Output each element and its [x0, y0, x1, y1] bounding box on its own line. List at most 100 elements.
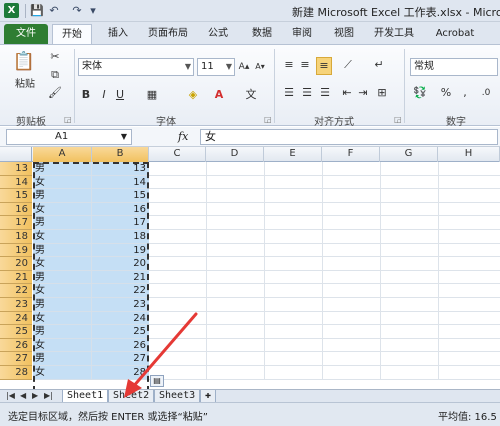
- number-format-select[interactable]: 常规: [410, 58, 498, 76]
- cell-gender[interactable]: 男: [33, 298, 92, 312]
- cell-gender[interactable]: 女: [33, 284, 92, 298]
- save-icon[interactable]: 💾: [30, 3, 44, 18]
- orientation-icon[interactable]: ⟋: [340, 57, 356, 73]
- cell-number[interactable]: 20: [92, 257, 149, 271]
- phonetic-icon[interactable]: 文: [244, 87, 258, 103]
- tab-insert[interactable]: 插入: [100, 24, 136, 44]
- align-bottom-icon[interactable]: ≡: [316, 57, 332, 75]
- column-header-h[interactable]: H: [438, 147, 500, 162]
- customize-dropdown-icon[interactable]: ▾: [86, 3, 100, 18]
- paste-options-icon[interactable]: ▤: [150, 375, 164, 387]
- row-header[interactable]: 19: [0, 243, 32, 258]
- name-box[interactable]: A1 ▼: [6, 129, 132, 145]
- cell-gender[interactable]: 男: [33, 162, 92, 176]
- paste-button-label[interactable]: 粘贴: [10, 77, 40, 93]
- align-left-icon[interactable]: ☰: [282, 85, 296, 101]
- row-header[interactable]: 27: [0, 352, 32, 366]
- alignment-launcher-icon[interactable]: ◲: [394, 115, 402, 124]
- clipboard-launcher-icon[interactable]: ◲: [64, 115, 72, 124]
- cell-number[interactable]: 22: [92, 284, 149, 298]
- cell-gender[interactable]: 男: [33, 270, 92, 285]
- tab-developer[interactable]: 开发工具: [366, 24, 422, 44]
- comma-style-icon[interactable]: ,: [460, 85, 470, 101]
- copy-icon[interactable]: ⧉: [48, 67, 62, 83]
- row-header[interactable]: 15: [0, 189, 32, 203]
- format-painter-icon[interactable]: 🖌: [48, 85, 62, 101]
- row-header[interactable]: 20: [0, 257, 32, 271]
- cell-number[interactable]: 24: [92, 311, 149, 326]
- row-header[interactable]: 14: [0, 175, 32, 190]
- row-header[interactable]: 21: [0, 270, 32, 285]
- row-header[interactable]: 17: [0, 216, 32, 230]
- font-size-select[interactable]: 11 ▼: [197, 58, 235, 76]
- cell-number[interactable]: 28: [92, 366, 149, 380]
- align-center-icon[interactable]: ☰: [300, 85, 314, 101]
- tab-data[interactable]: 数据: [244, 24, 280, 44]
- currency-icon[interactable]: 💱: [412, 85, 428, 101]
- cell-number[interactable]: 26: [92, 338, 149, 353]
- tab-page-layout[interactable]: 页面布局: [140, 24, 196, 44]
- increase-indent-icon[interactable]: ⇥: [356, 85, 370, 101]
- column-header-d[interactable]: D: [206, 147, 264, 162]
- row-header[interactable]: 26: [0, 338, 32, 353]
- row-header[interactable]: 22: [0, 284, 32, 298]
- cell-gender[interactable]: 男: [33, 352, 92, 366]
- decrease-indent-icon[interactable]: ⇤: [340, 85, 354, 101]
- row-header[interactable]: 23: [0, 298, 32, 312]
- next-sheet-icon[interactable]: ▶: [32, 390, 38, 402]
- last-sheet-icon[interactable]: ▶|: [44, 390, 53, 402]
- tab-view[interactable]: 视图: [326, 24, 362, 44]
- column-header-e[interactable]: E: [264, 147, 322, 162]
- cut-icon[interactable]: ✂: [48, 49, 62, 65]
- undo-icon[interactable]: ↶: [47, 3, 61, 18]
- italic-button[interactable]: I: [98, 87, 110, 103]
- percent-button[interactable]: %: [440, 85, 452, 101]
- first-sheet-icon[interactable]: |◀: [6, 390, 15, 402]
- row-header[interactable]: 25: [0, 325, 32, 339]
- redo-icon[interactable]: ↷: [70, 3, 84, 18]
- cell-gender[interactable]: 女: [33, 230, 92, 244]
- row-header[interactable]: 16: [0, 202, 32, 217]
- row-header[interactable]: 28: [0, 366, 32, 380]
- column-header-f[interactable]: F: [322, 147, 380, 162]
- cell-number[interactable]: 17: [92, 216, 149, 230]
- shrink-font-icon[interactable]: A▾: [254, 59, 266, 75]
- cell-number[interactable]: 16: [92, 202, 149, 217]
- cell-gender[interactable]: 女: [33, 202, 92, 217]
- tab-home[interactable]: 开始: [52, 24, 92, 44]
- grow-font-icon[interactable]: A▴: [238, 59, 250, 75]
- cell-gender[interactable]: 女: [33, 338, 92, 353]
- cell-number[interactable]: 14: [92, 175, 149, 190]
- column-header-a[interactable]: A: [33, 147, 92, 162]
- font-color-icon[interactable]: A: [212, 87, 226, 103]
- align-middle-icon[interactable]: ≡: [298, 57, 312, 73]
- row-header[interactable]: 18: [0, 230, 32, 244]
- prev-sheet-icon[interactable]: ◀: [20, 390, 26, 402]
- align-top-icon[interactable]: ≡: [282, 57, 296, 73]
- formula-input[interactable]: 女: [200, 129, 498, 145]
- tab-review[interactable]: 审阅: [284, 24, 320, 44]
- row-header[interactable]: 13: [0, 162, 32, 176]
- select-all-button[interactable]: [0, 147, 32, 162]
- cell-gender[interactable]: 女: [33, 311, 92, 326]
- merge-center-icon[interactable]: ⊞: [374, 85, 390, 101]
- tab-formulas[interactable]: 公式: [200, 24, 236, 44]
- font-launcher-icon[interactable]: ◲: [264, 115, 272, 124]
- column-header-b[interactable]: B: [92, 147, 149, 162]
- column-header-c[interactable]: C: [149, 147, 206, 162]
- cell-number[interactable]: 13: [92, 162, 149, 176]
- cell-number[interactable]: 23: [92, 298, 149, 312]
- font-name-select[interactable]: 宋体 ▼: [78, 58, 194, 76]
- cell-gender[interactable]: 女: [33, 366, 92, 380]
- cell-gender[interactable]: 女: [33, 175, 92, 190]
- underline-button[interactable]: U: [114, 87, 126, 103]
- fill-color-icon[interactable]: ◈: [186, 87, 200, 103]
- cell-gender[interactable]: 男: [33, 243, 92, 258]
- borders-icon[interactable]: ▦: [145, 87, 159, 103]
- cell-number[interactable]: 21: [92, 270, 149, 285]
- increase-decimal-icon[interactable]: .0: [478, 85, 494, 101]
- row-header[interactable]: 24: [0, 311, 32, 326]
- wrap-text-icon[interactable]: ↵: [372, 57, 386, 73]
- cell-number[interactable]: 15: [92, 189, 149, 203]
- cell-gender[interactable]: 男: [33, 189, 92, 203]
